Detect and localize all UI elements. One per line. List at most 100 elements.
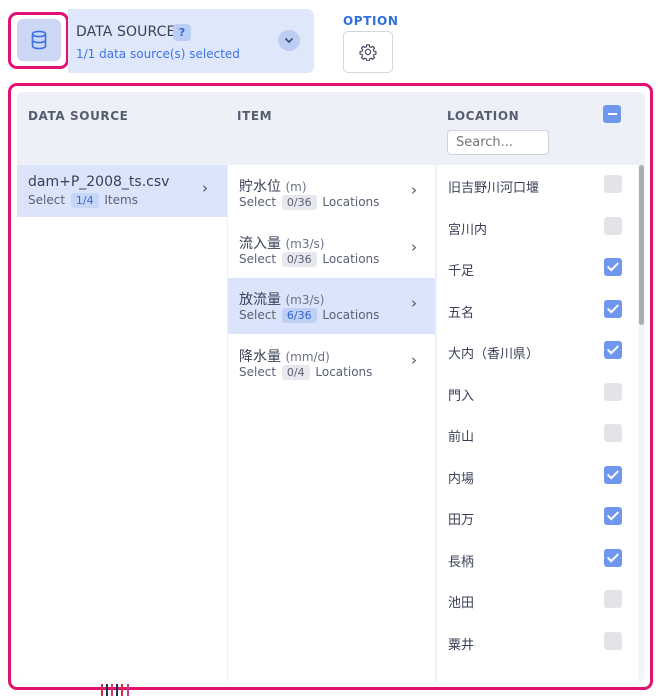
selection-panel: DATA SOURCE ITEM LOCATION dam+P_2008_ts.… — [17, 92, 645, 682]
item-column: 貯水位 (m) Select 0/36 Locations › 流入量 (m3/… — [228, 165, 435, 682]
location-count-badge: 0/36 — [281, 252, 317, 267]
item-name: 貯水位 (m) — [239, 176, 307, 196]
select-all-checkbox[interactable] — [603, 105, 621, 123]
item-count-line: Select 6/36 Locations — [239, 308, 379, 323]
location-checkbox[interactable] — [604, 424, 622, 442]
location-row[interactable]: 宮川内 — [437, 207, 637, 248]
select-word: Select — [239, 252, 277, 266]
item-name-text: 貯水位 — [239, 179, 281, 195]
item-name: 放流量 (m3/s) — [239, 289, 324, 309]
location-checkbox[interactable] — [604, 382, 622, 401]
location-row[interactable]: 門入 — [437, 373, 637, 414]
gear-icon — [359, 44, 377, 61]
chevron-right-icon: › — [202, 179, 208, 197]
item-name: 降水量 (mm/d) — [239, 346, 330, 366]
item-name-text: 流入量 — [239, 236, 281, 252]
unit-word: Locations — [322, 195, 380, 209]
item-row-selected[interactable]: 放流量 (m3/s) Select 6/36 Locations › — [228, 278, 435, 334]
item-count-line: Select 0/4 Locations — [239, 365, 372, 380]
chevron-right-icon: › — [411, 294, 417, 312]
select-word: Select — [239, 195, 277, 209]
item-name: 流入量 (m3/s) — [239, 233, 324, 253]
database-icon — [31, 30, 47, 50]
data-source-row[interactable]: dam+P_2008_ts.csv Select 1/4 Items › — [17, 165, 227, 217]
column-header-item: ITEM — [237, 109, 273, 123]
item-count-line: Select 0/36 Locations — [239, 252, 379, 267]
location-row[interactable]: 池田 — [437, 580, 637, 621]
item-row[interactable]: 貯水位 (m) Select 0/36 Locations › — [228, 165, 435, 221]
location-checkbox[interactable] — [604, 216, 622, 235]
location-column: 旧吉野川河口堰 宮川内千足五名大内（香川県） 門入前山内場田万長柄池田粟井 — [437, 165, 645, 682]
location-row[interactable]: 田万 — [437, 497, 637, 538]
location-name: 粟井 — [448, 637, 475, 653]
location-count-badge: 0/36 — [281, 195, 317, 210]
item-unit: (m3/s) — [285, 293, 325, 307]
location-checkbox-checked[interactable] — [604, 299, 622, 318]
item-row[interactable]: 流入量 (m3/s) Select 0/36 Locations › — [228, 222, 435, 278]
item-unit: (m) — [285, 180, 307, 194]
unit-word: Items — [104, 193, 138, 207]
data-source-count-line: Select 1/4 Items — [28, 193, 138, 208]
scrollbar-thumb[interactable] — [639, 165, 644, 325]
data-source-summary[interactable]: DATA SOURCE ? 1/1 data source(s) selecte… — [68, 9, 314, 73]
select-word: Select — [28, 193, 66, 207]
location-row[interactable]: 内場 — [437, 456, 637, 497]
location-checkbox-checked[interactable] — [604, 465, 622, 484]
select-word: Select — [239, 308, 277, 322]
location-row[interactable]: 千足 — [437, 248, 637, 289]
location-name: 長柄 — [448, 554, 475, 570]
data-source-name: dam+P_2008_ts.csv — [28, 174, 170, 190]
location-checkbox-checked[interactable] — [604, 341, 622, 359]
item-row[interactable]: 降水量 (mm/d) Select 0/4 Locations › — [228, 335, 435, 391]
location-checkbox-checked[interactable] — [604, 548, 622, 567]
data-source-column: dam+P_2008_ts.csv Select 1/4 Items › — [17, 165, 227, 682]
location-checkbox-checked[interactable] — [604, 507, 622, 525]
chevron-down-icon[interactable] — [278, 30, 300, 51]
data-source-subtitle: 1/1 data source(s) selected — [76, 47, 240, 61]
location-checkbox[interactable] — [604, 631, 622, 650]
option-label: OPTION — [343, 14, 399, 28]
item-count-line: Select 0/36 Locations — [239, 195, 379, 210]
location-name: 千足 — [448, 264, 475, 279]
data-source-button[interactable] — [17, 19, 61, 61]
unit-word: Locations — [322, 252, 380, 266]
location-row[interactable]: 粟井 — [437, 622, 637, 663]
column-header-location: LOCATION — [447, 109, 520, 123]
select-word: Select — [239, 365, 277, 379]
data-source-title: DATA SOURCE — [76, 24, 176, 40]
column-header-data-source: DATA SOURCE — [28, 109, 129, 123]
location-count-badge: 6/36 — [281, 308, 317, 323]
location-row[interactable]: 五名 — [437, 290, 637, 331]
location-scrollbar[interactable] — [638, 165, 645, 682]
location-name: 宮川内 — [448, 222, 488, 238]
location-name: 旧吉野川河口堰 — [448, 181, 540, 196]
item-unit: (mm/d) — [285, 350, 330, 364]
location-name: 門入 — [448, 388, 475, 404]
unit-word: Locations — [322, 308, 380, 322]
item-count-badge: 1/4 — [70, 193, 99, 208]
location-row[interactable]: 旧吉野川河口堰 — [437, 165, 637, 206]
location-checkbox-checked[interactable] — [604, 258, 622, 276]
cursor-artifact-icon — [101, 684, 129, 696]
location-name: 前山 — [448, 430, 475, 445]
location-checkbox[interactable] — [604, 590, 622, 608]
location-row[interactable]: 長柄 — [437, 539, 637, 580]
chevron-right-icon: › — [411, 238, 417, 256]
location-row[interactable]: 前山 — [437, 414, 637, 455]
location-name: 五名 — [448, 305, 475, 321]
location-name: 内場 — [448, 471, 475, 487]
location-checkbox[interactable] — [604, 175, 622, 193]
location-row[interactable]: 大内（香川県） — [437, 331, 637, 372]
location-name: 池田 — [448, 596, 475, 611]
item-name-text: 降水量 — [239, 349, 281, 365]
item-unit: (m3/s) — [285, 237, 325, 251]
option-button[interactable] — [343, 31, 393, 73]
location-search-input[interactable] — [447, 130, 549, 155]
location-count-badge: 0/4 — [281, 365, 310, 380]
item-name-text: 放流量 — [239, 292, 281, 308]
location-name: 田万 — [448, 513, 475, 528]
help-icon[interactable]: ? — [173, 24, 191, 41]
location-name: 大内（香川県） — [448, 347, 540, 362]
unit-word: Locations — [315, 365, 373, 379]
chevron-right-icon: › — [411, 351, 417, 369]
